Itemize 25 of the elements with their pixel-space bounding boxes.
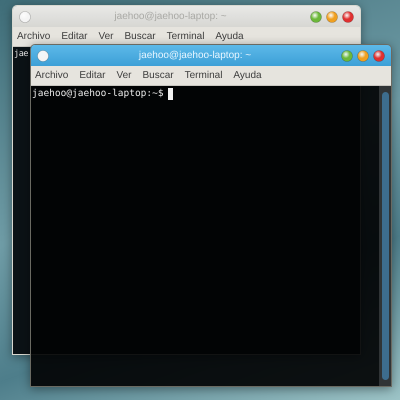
menu-item[interactable]: Buscar [142,70,174,81]
menu-item[interactable]: Ver [98,31,114,42]
scrollbar[interactable] [379,86,391,386]
menu-item[interactable]: Editar [79,70,106,81]
window-title: jaehoo@jaehoo-laptop: ~ [113,11,228,22]
menu-item[interactable]: Ver [116,70,132,81]
menu-item[interactable]: Buscar [124,31,156,42]
close-button[interactable] [373,50,385,62]
menu-item[interactable]: Archivo [35,70,68,81]
menu-item[interactable]: Terminal [166,31,204,42]
menu-item[interactable]: Editar [61,31,88,42]
minimize-button[interactable] [341,50,353,62]
terminal-prompt: jae [14,49,28,59]
menu-item[interactable]: Ayuda [233,70,262,81]
maximize-button[interactable] [326,10,338,22]
menu-item[interactable]: Archivo [17,31,50,42]
menu-item[interactable]: Terminal [184,70,222,81]
window-menu-button[interactable] [37,50,49,62]
terminal-prompt: jaehoo@jaehoo-laptop:~$ [32,88,164,99]
maximize-button[interactable] [357,50,369,62]
window-menu-button[interactable] [19,10,31,22]
window-title: jaehoo@jaehoo-laptop: ~ [138,50,252,61]
close-button[interactable] [342,10,354,22]
minimize-button[interactable] [310,10,322,22]
menu-item[interactable]: Ayuda [215,31,244,42]
